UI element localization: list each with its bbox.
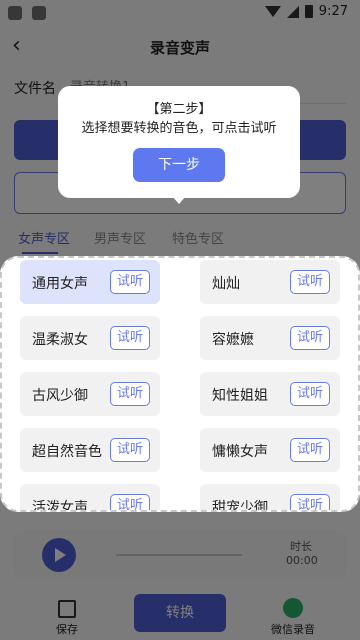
voice-item[interactable]: 甜宠少御 试听	[200, 484, 340, 512]
try-listen-button[interactable]: 试听	[110, 438, 150, 462]
voice-item[interactable]: 通用女声 试听	[20, 260, 160, 304]
voice-item[interactable]: 慵懒女声 试听	[200, 428, 340, 472]
voice-name: 古风少御	[32, 388, 88, 404]
guide-tooltip: 【第二步】 选择想要转换的音色，可点击试听 下一步	[58, 86, 300, 204]
voice-name: 活泼女声	[32, 500, 88, 512]
try-listen-button[interactable]: 试听	[290, 494, 330, 510]
try-listen-button[interactable]: 试听	[290, 326, 330, 350]
voice-name: 知性姐姐	[212, 388, 268, 404]
try-listen-button[interactable]: 试听	[290, 382, 330, 406]
voice-name: 超自然音色	[32, 444, 102, 460]
voice-name: 温柔淑女	[32, 332, 88, 348]
voice-item[interactable]: 灿灿 试听	[200, 260, 340, 304]
voice-item[interactable]: 知性姐姐 试听	[200, 372, 340, 416]
try-listen-button[interactable]: 试听	[110, 382, 150, 406]
voice-item[interactable]: 活泼女声 试听	[20, 484, 160, 512]
voice-name: 慵懒女声	[212, 444, 268, 460]
next-step-button[interactable]: 下一步	[133, 148, 225, 182]
try-listen-button[interactable]: 试听	[290, 438, 330, 462]
voice-name: 容嬷嬷	[212, 332, 254, 348]
voice-item[interactable]: 超自然音色 试听	[20, 428, 160, 472]
voice-item[interactable]: 古风少御 试听	[20, 372, 160, 416]
try-listen-button[interactable]: 试听	[110, 326, 150, 350]
voice-item[interactable]: 温柔淑女 试听	[20, 316, 160, 360]
guide-instruction: 选择想要转换的音色，可点击试听	[81, 121, 277, 136]
voice-list-panel: 通用女声 试听 灿灿 试听 温柔淑女 试听 容嬷嬷 试听 古风少御 试听 知性姐…	[0, 256, 360, 512]
guide-step-title: 【第二步】	[146, 102, 212, 117]
tooltip-arrow	[172, 196, 186, 204]
voice-name: 甜宠少御	[212, 500, 268, 512]
voice-name: 通用女声	[32, 276, 88, 292]
voice-item[interactable]: 容嬷嬷 试听	[200, 316, 340, 360]
try-listen-button[interactable]: 试听	[110, 270, 150, 294]
try-listen-button[interactable]: 试听	[290, 270, 330, 294]
try-listen-button[interactable]: 试听	[110, 494, 150, 510]
voice-name: 灿灿	[212, 276, 240, 292]
